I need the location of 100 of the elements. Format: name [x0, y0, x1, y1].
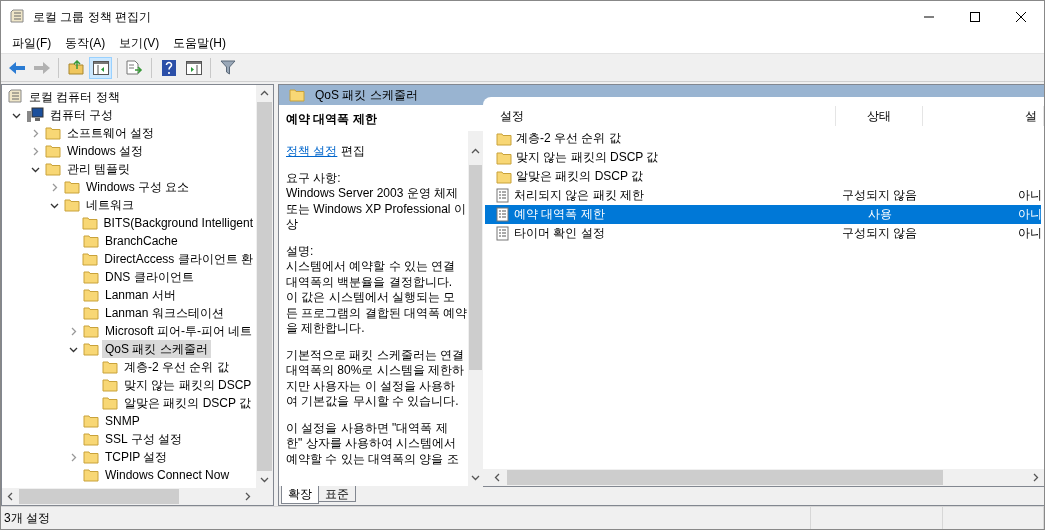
- scroll-icon: [7, 89, 23, 105]
- setting-row[interactable]: 예약 대역폭 제한 사용 아니: [485, 205, 1041, 224]
- folder-icon: [81, 216, 98, 230]
- export-list-icon: [126, 60, 143, 75]
- setting-comment: 아니: [1018, 187, 1041, 204]
- folder-icon: [83, 414, 99, 428]
- setting-name: 예약 대역폭 제한: [514, 206, 605, 223]
- description-paragraph: 설명: 시스템에서 예약할 수 있는 연결 대역폭의 백분율을 결정합니다. 이 값은 시스템에서 실행되는 모 든 프로그램의 결합된 대역폭 예약 을 제한합니다.: [286, 243, 468, 337]
- folder-icon: [289, 88, 305, 102]
- document-icon: [496, 188, 510, 203]
- folder-icon: [83, 324, 99, 338]
- tree-item[interactable]: BranchCache: [102, 232, 181, 250]
- help-icon: [161, 59, 176, 76]
- tree-item[interactable]: Lanman 워크스테이션: [102, 304, 227, 322]
- tree-item[interactable]: 네트워크: [83, 196, 137, 214]
- menu-item[interactable]: 보기(V): [112, 34, 167, 52]
- tree-item[interactable]: SNMP: [102, 412, 143, 430]
- setting-row[interactable]: 처리되지 않은 패킷 제한 구성되지 않음 아니: [485, 186, 1041, 205]
- document-icon: [496, 226, 510, 241]
- folder-icon: [83, 270, 99, 284]
- setting-row[interactable]: 맞지 않는 패킷의 DSCP 값: [485, 148, 1041, 167]
- column-header[interactable]: 설정: [483, 106, 836, 126]
- maximize-icon[interactable]: [970, 12, 980, 22]
- action-pane-icon: [185, 60, 202, 75]
- tree-item[interactable]: 알맞은 패킷의 DSCP 값: [121, 394, 255, 412]
- tree-item[interactable]: Windows Connect Now: [102, 466, 233, 484]
- column-header[interactable]: 설: [923, 106, 1044, 126]
- description-paragraph: 요구 사항: Windows Server 2003 운영 체제 또는 Windows XP Professional 이 상: [286, 170, 467, 233]
- setting-state: 구성되지 않음: [841, 187, 918, 204]
- folder-icon: [83, 342, 99, 356]
- setting-name: 처리되지 않은 패킷 제한: [514, 187, 644, 204]
- scroll-icon: [9, 9, 25, 25]
- menu-item[interactable]: 파일(F): [5, 34, 59, 52]
- folder-icon: [83, 306, 99, 320]
- view-tab[interactable]: 확장: [281, 486, 319, 504]
- folder-icon: [83, 468, 99, 482]
- folder-icon: [45, 144, 61, 158]
- tree-item[interactable]: Microsoft 피어-투-피어 네트: [102, 322, 256, 340]
- menu-item[interactable]: 도움말(H): [166, 34, 233, 52]
- filter-icon: [219, 60, 236, 75]
- tree-item[interactable]: 컴퓨터 구성: [47, 106, 117, 124]
- folder-icon: [64, 198, 80, 212]
- tree-item[interactable]: 로컬 컴퓨터 정책: [26, 88, 123, 106]
- folder-icon: [102, 360, 118, 374]
- setting-title: 예약 대역폭 제한: [285, 111, 378, 128]
- description-paragraph: 기본적으로 패킷 스케줄러는 연결 대역폭의 80%로 시스템을 제한하 지만 사용자는 이 설정을 사용하 여 기본값을 무시할 수 있습니다.: [286, 347, 466, 410]
- folder-icon: [83, 234, 99, 248]
- setting-comment: 아니: [1018, 206, 1041, 223]
- folder-icon: [64, 180, 80, 194]
- folder-icon: [102, 378, 118, 392]
- scrollbar-thumb[interactable]: [469, 165, 482, 370]
- setting-row[interactable]: 알맞은 패킷의 DSCP 값: [485, 167, 1041, 186]
- setting-row[interactable]: 계층-2 우선 순위 값: [485, 129, 1041, 148]
- tree-item[interactable]: QoS 패킷 스케줄러: [102, 340, 211, 358]
- folder-up-icon: [67, 60, 84, 75]
- menu-item[interactable]: 동작(A): [58, 34, 113, 52]
- close-icon[interactable]: [1016, 12, 1026, 22]
- setting-state: 사용: [867, 206, 892, 223]
- window-title: 로컬 그룹 정책 편집기: [33, 8, 152, 26]
- setting-row[interactable]: 타이머 확인 설정 구성되지 않음 아니: [485, 224, 1041, 243]
- view-tab[interactable]: 표준: [318, 486, 356, 502]
- folder-icon: [496, 131, 512, 146]
- description-paragraph: 이 설정을 사용하면 "대역폭 제 한" 상자를 사용하여 시스템에서 예약할 수 있는 대역폭의 양을 조: [286, 420, 460, 467]
- computer-icon: [26, 107, 44, 123]
- tree-item[interactable]: Lanman 서버: [102, 286, 179, 304]
- chevron-right-icon[interactable]: [50, 182, 59, 192]
- tree-pane-icon: [92, 60, 109, 75]
- scrollbar-thumb[interactable]: [19, 489, 179, 504]
- tree-item[interactable]: DirectAccess 클라이언트 환: [101, 250, 256, 268]
- setting-name: 타이머 확인 설정: [514, 225, 605, 242]
- tree-item[interactable]: BITS(Background Intelligent: [100, 214, 256, 232]
- setting-name: 계층-2 우선 순위 값: [516, 130, 621, 147]
- chevron-right-icon[interactable]: [69, 326, 78, 336]
- back-arrow-icon: [7, 60, 26, 75]
- folder-icon: [45, 126, 61, 140]
- folder-icon: [102, 396, 118, 410]
- folder-icon: [83, 432, 99, 446]
- tree-item[interactable]: DNS 클라이언트: [102, 268, 197, 286]
- tree-item[interactable]: Windows 설정: [64, 142, 146, 160]
- column-header[interactable]: 상태: [836, 106, 923, 126]
- folder-icon: [496, 169, 512, 184]
- tree-item[interactable]: 맞지 않는 패킷의 DSCP: [121, 376, 255, 394]
- setting-comment: 아니: [1018, 225, 1041, 242]
- tree-item[interactable]: Windows 구성 요소: [83, 178, 193, 196]
- scrollbar-thumb[interactable]: [507, 470, 943, 485]
- tree-item[interactable]: 계층-2 우선 순위 값: [121, 358, 232, 376]
- setting-state: 구성되지 않음: [841, 225, 918, 242]
- status-text: 3개 설정: [1, 507, 811, 529]
- forward-arrow-icon: [32, 60, 51, 75]
- edit-policy-text: 정책 설정 편집: [286, 144, 366, 160]
- document-icon: [496, 207, 510, 222]
- tree-item[interactable]: SSL 구성 설정: [102, 430, 185, 448]
- toolbar-button[interactable]: [89, 56, 112, 79]
- chevron-right-icon[interactable]: [69, 452, 78, 462]
- tree-item[interactable]: TCPIP 설정: [102, 448, 171, 466]
- policy-settings-link[interactable]: 정책 설정: [286, 144, 338, 158]
- scrollbar-thumb[interactable]: [257, 102, 272, 471]
- folder-icon: [82, 252, 99, 266]
- tree-item[interactable]: 소프트웨어 설정: [64, 124, 158, 142]
- tree-item[interactable]: 관리 템플릿: [64, 160, 134, 178]
